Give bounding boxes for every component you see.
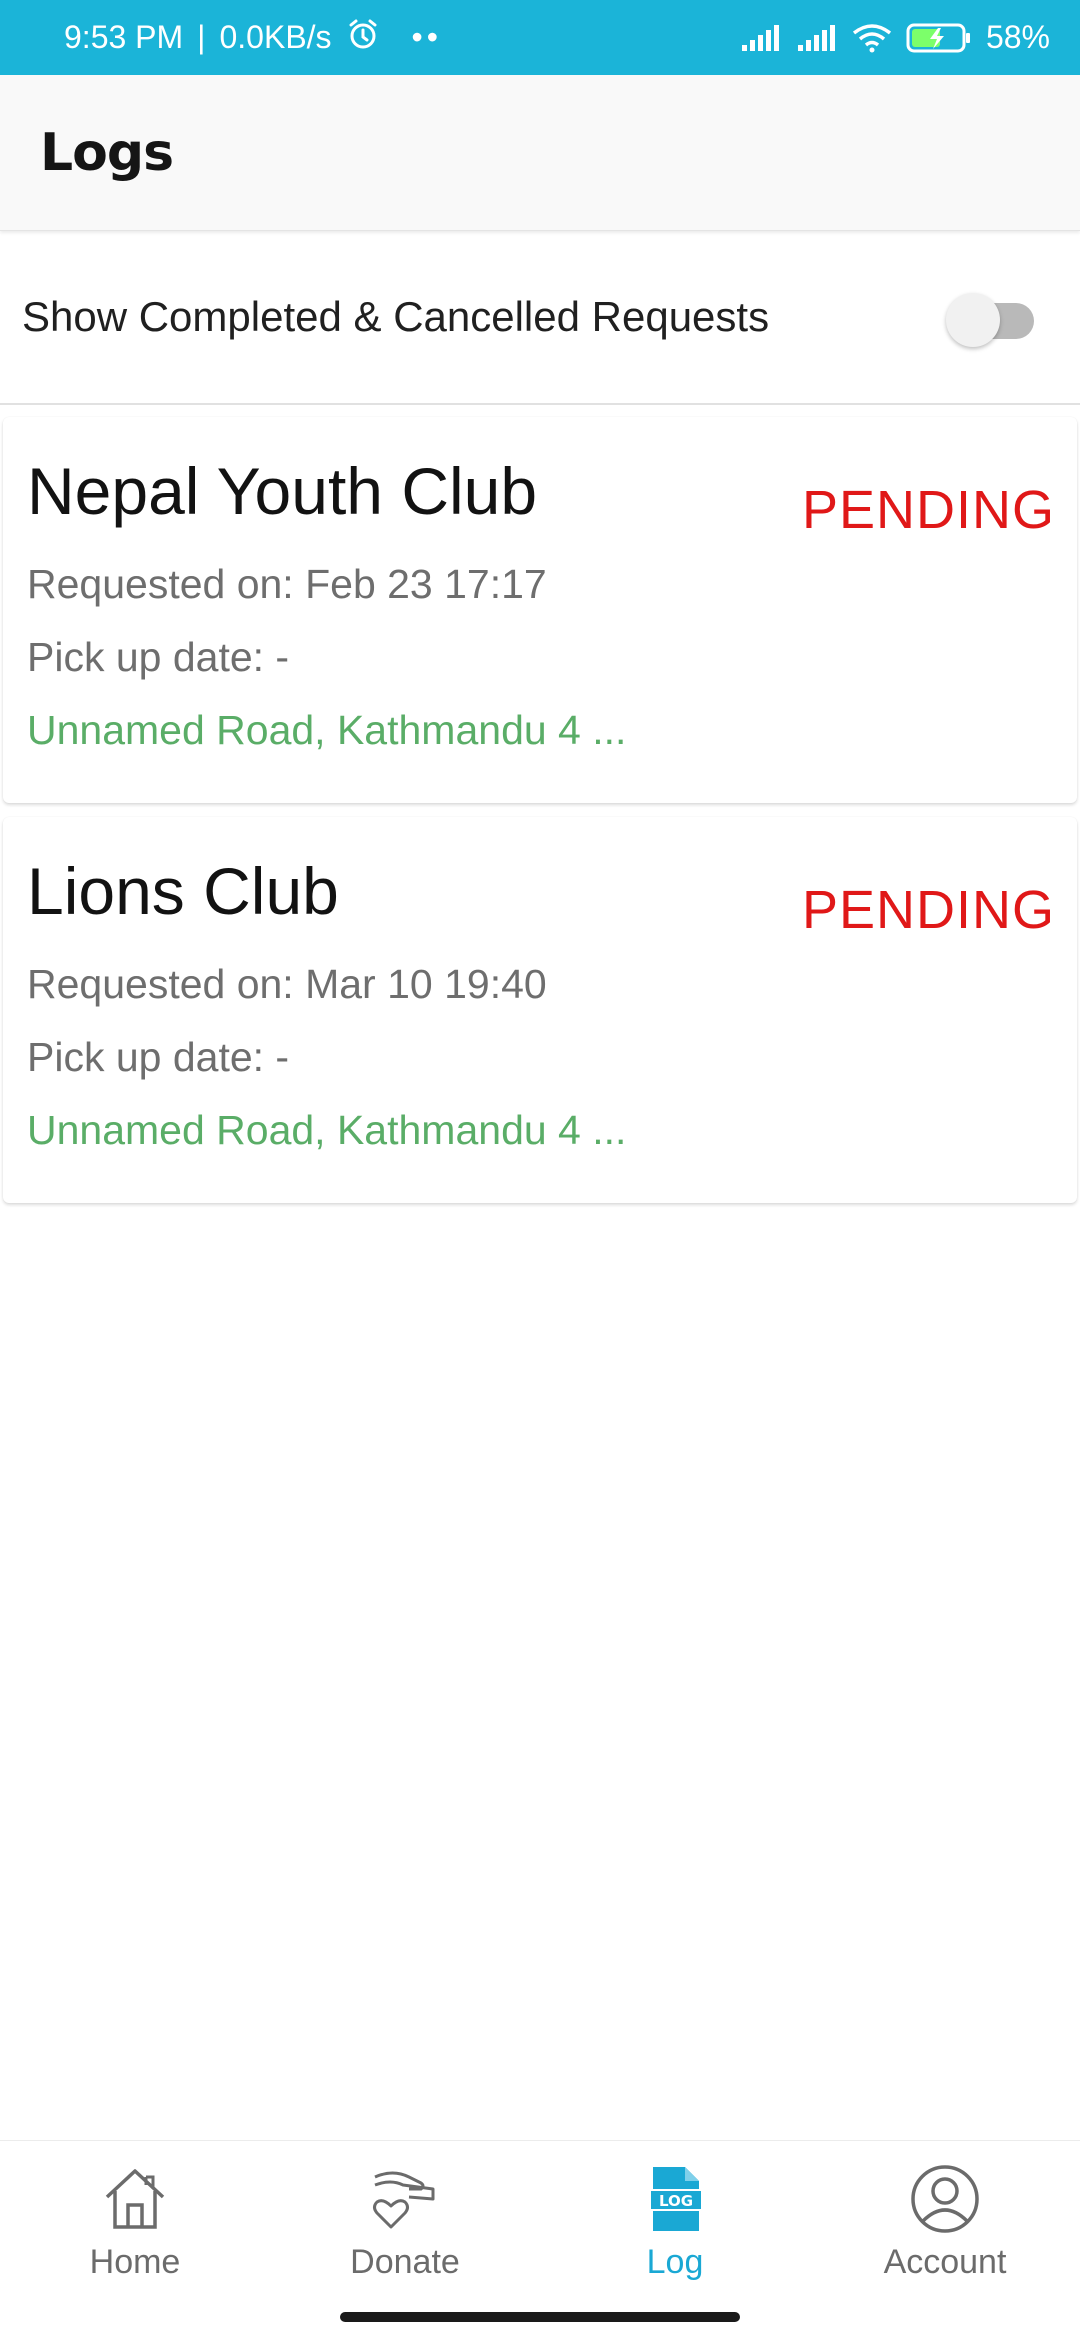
request-date: Requested on: Feb 23 17:17 — [27, 560, 547, 607]
request-card[interactable]: Nepal Youth Club PENDING Requested on: F… — [3, 417, 1077, 803]
status-time: 9:53 PM — [64, 19, 184, 55]
filter-toggle-label: Show Completed & Cancelled Requests — [22, 293, 770, 340]
status-badge: PENDING — [801, 880, 1055, 940]
status-divider: | — [197, 19, 206, 55]
status-badge: PENDING — [801, 480, 1055, 540]
request-list: Nepal Youth Club PENDING Requested on: F… — [0, 405, 1080, 1203]
notification-dots: •• — [411, 19, 442, 55]
bottom-nav: Home Donate LOG Log Account — [0, 2140, 1080, 2340]
nav-home[interactable]: Home — [0, 2141, 270, 2340]
gesture-home-indicator[interactable] — [340, 2312, 740, 2322]
request-card[interactable]: Lions Club PENDING Requested on: Mar 10 … — [3, 817, 1077, 1203]
app-bar: Logs — [0, 75, 1080, 231]
toggle-thumb — [946, 293, 1000, 347]
nav-log-label: Log — [646, 2243, 704, 2281]
home-icon — [105, 2169, 165, 2229]
nav-account-label: Account — [883, 2243, 1007, 2281]
nav-donate[interactable]: Donate — [270, 2141, 540, 2340]
show-completed-toggle[interactable] — [946, 289, 1034, 347]
wifi-icon — [852, 23, 892, 53]
nav-account[interactable]: Account — [810, 2141, 1080, 2340]
request-address: Unnamed Road, Kathmandu 4 ... — [27, 706, 627, 753]
alarm-icon — [346, 17, 380, 59]
donate-hand-heart-icon — [373, 2171, 435, 2229]
svg-text:LOG: LOG — [659, 2192, 693, 2210]
request-address: Unnamed Road, Kathmandu 4 ... — [27, 1106, 627, 1153]
log-document-icon: LOG — [649, 2167, 703, 2231]
status-bar: 9:53 PM | 0.0KB/s •• 58% — [0, 0, 1080, 75]
filter-toggle-row[interactable]: Show Completed & Cancelled Requests — [0, 231, 1080, 405]
nav-log[interactable]: LOG Log — [540, 2141, 810, 2340]
battery-percent: 58% — [985, 19, 1050, 55]
signal-icon — [740, 23, 782, 53]
nav-home-label: Home — [89, 2243, 181, 2281]
pickup-date: Pick up date: - — [27, 633, 290, 680]
status-left: 9:53 PM | 0.0KB/s •• — [64, 17, 442, 59]
battery-charging-icon — [906, 22, 972, 54]
account-icon — [911, 2165, 979, 2233]
signal-icon — [796, 23, 838, 53]
status-right: 58% — [740, 19, 1050, 56]
request-date: Requested on: Mar 10 19:40 — [27, 960, 547, 1007]
pickup-date: Pick up date: - — [27, 1033, 290, 1080]
page-title: Logs — [40, 122, 174, 183]
status-speed: 0.0KB/s — [219, 19, 332, 55]
nav-donate-label: Donate — [350, 2243, 460, 2281]
